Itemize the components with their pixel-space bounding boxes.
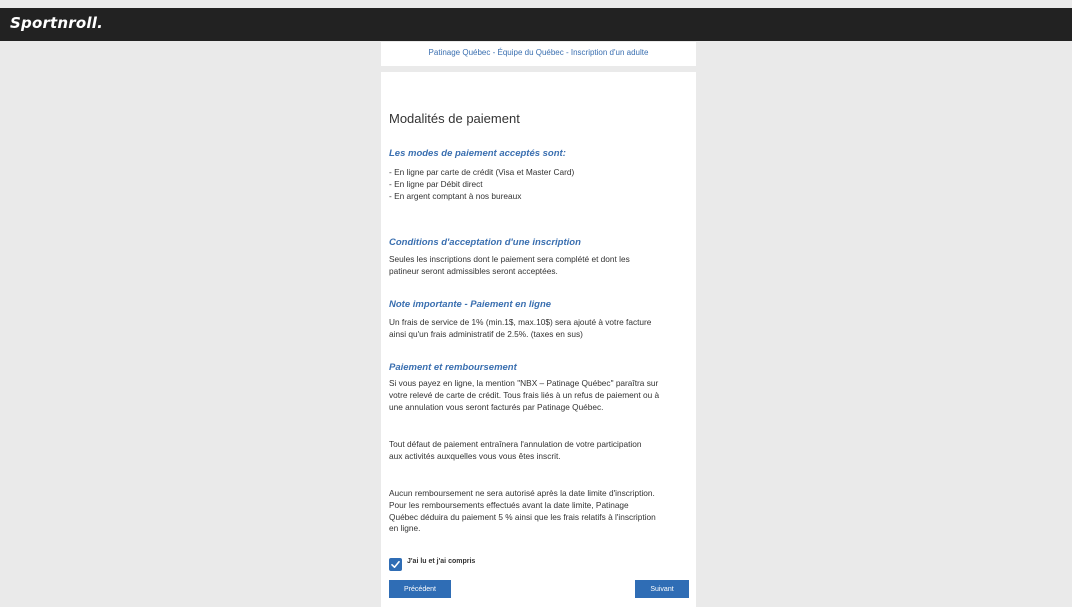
text-line: votre relevé de carte de crédit. Tous fr… xyxy=(389,389,660,400)
agreement-checkbox[interactable] xyxy=(389,558,402,571)
payment-modes-list: - En ligne par carte de crédit (Visa et … xyxy=(389,167,689,202)
previous-button[interactable]: Précédent xyxy=(389,580,451,598)
text-line: Pour les remboursements effectués avant … xyxy=(389,499,629,510)
text-line: patineur seront admissibles seront accep… xyxy=(389,265,558,276)
text-line: Québec déduira du paiement 5 % ainsi que… xyxy=(389,511,656,522)
text-line: Un frais de service de 1% (min.1$, max.1… xyxy=(389,317,652,327)
payment-terms-card: Modalités de paiement Les modes de paiem… xyxy=(381,72,696,607)
next-button[interactable]: Suivant xyxy=(635,580,689,598)
payment-refund-paragraph: Si vous payez en ligne, la mention "NBX … xyxy=(389,378,689,413)
sportnroll-logo[interactable]: Sportnroll. xyxy=(10,14,103,32)
online-payment-note-text: Un frais de service de 1% (min.1$, max.1… xyxy=(389,317,689,341)
payment-default-paragraph: Tout défaut de paiement entraînera l'ann… xyxy=(389,439,689,463)
text-line: Aucun remboursement ne sera autorisé apr… xyxy=(389,488,655,498)
online-payment-note-title: Note importante - Paiement en ligne xyxy=(389,299,552,310)
page-title: Modalités de paiement xyxy=(389,111,520,126)
payment-mode-item: - En ligne par carte de crédit (Visa et … xyxy=(389,167,575,177)
checkmark-icon xyxy=(391,561,400,568)
text-line: ainsi qu'un frais administratif de 2.5%.… xyxy=(389,328,583,339)
text-line: Seules les inscriptions dont le paiement… xyxy=(389,254,630,264)
text-line: en ligne. xyxy=(389,523,421,534)
acceptance-conditions-text: Seules les inscriptions dont le paiement… xyxy=(389,254,689,278)
text-line: Si vous payez en ligne, la mention "NBX … xyxy=(389,378,659,388)
acceptance-conditions-title: Conditions d'acceptation d'une inscripti… xyxy=(389,237,581,248)
text-line: une annulation vous seront facturés par … xyxy=(389,401,604,412)
payment-mode-item: - En ligne par Débit direct xyxy=(389,178,483,189)
agreement-label[interactable]: J'ai lu et j'ai compris xyxy=(407,558,475,565)
payment-modes-title: Les modes de paiement acceptés sont: xyxy=(389,148,566,159)
payment-mode-item: - En argent comptant à nos bureaux xyxy=(389,190,522,201)
top-navigation-bar: Sportnroll. xyxy=(0,8,1072,41)
logo-text: Sportnroll xyxy=(10,14,98,32)
refund-policy-paragraph: Aucun remboursement ne sera autorisé apr… xyxy=(389,488,689,535)
payment-refund-title: Paiement et remboursement xyxy=(389,362,517,373)
text-line: Tout défaut de paiement entraînera l'ann… xyxy=(389,439,642,449)
registration-subtitle-box: Patinage Québec - Équipe du Québec - Ins… xyxy=(381,42,696,66)
registration-subtitle: Patinage Québec - Équipe du Québec - Ins… xyxy=(428,48,649,57)
text-line: aux activités auxquelles vous vous êtes … xyxy=(389,450,561,461)
logo-dot: . xyxy=(97,14,103,32)
